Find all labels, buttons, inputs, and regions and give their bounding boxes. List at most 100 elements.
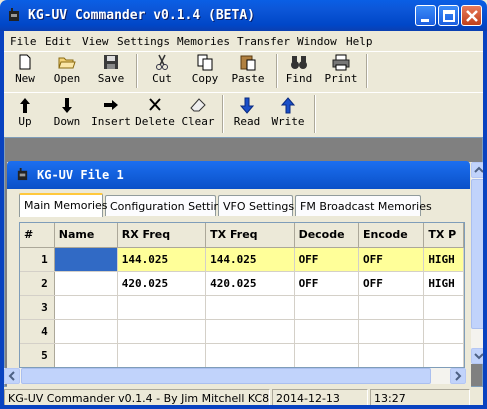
menu-view[interactable]: View <box>82 35 109 48</box>
column-header-decode[interactable]: Decode <box>294 223 359 248</box>
find-button[interactable]: Find <box>284 54 314 90</box>
arrow-down-blue-icon <box>240 97 254 114</box>
vertical-scroll-thumb[interactable] <box>471 179 487 329</box>
cell-tx-freq[interactable] <box>205 343 295 367</box>
scroll-up-button[interactable] <box>471 162 487 178</box>
cell-name[interactable] <box>54 295 118 320</box>
column-header-rx-freq[interactable]: RX Freq <box>117 223 207 248</box>
menu-file[interactable]: File <box>10 35 37 48</box>
menu-window[interactable]: Window <box>297 35 337 48</box>
paste-button[interactable]: Paste <box>230 54 266 90</box>
scroll-right-button[interactable] <box>450 368 466 384</box>
table-row[interactable]: 4 <box>20 319 464 344</box>
cell-name[interactable] <box>54 271 118 296</box>
cell-name[interactable] <box>54 319 118 344</box>
memory-grid[interactable]: # Name RX Freq TX Freq Decode Encode TX … <box>19 222 465 368</box>
cell-rx-freq[interactable] <box>117 319 207 344</box>
arrow-down-icon <box>62 98 72 113</box>
cell-tx-freq[interactable]: 420.025 <box>205 271 295 296</box>
cell-rx-freq[interactable] <box>117 343 207 367</box>
new-document-icon <box>19 54 31 70</box>
menu-memories[interactable]: Memories <box>177 35 230 48</box>
scroll-down-button[interactable] <box>471 348 487 364</box>
tab-vfo-settings[interactable]: VFO Settings <box>218 195 294 216</box>
cell-encode[interactable] <box>358 343 425 367</box>
row-number[interactable]: 5 <box>20 343 55 367</box>
open-folder-icon <box>58 57 76 69</box>
cell-decode[interactable] <box>294 319 359 344</box>
x-delete-icon <box>149 98 161 111</box>
column-header-number[interactable]: # <box>20 223 55 248</box>
cell-decode[interactable]: OFF <box>294 247 359 272</box>
cell-rx-freq[interactable]: 144.025 <box>117 247 207 272</box>
maximize-button[interactable] <box>438 5 459 26</box>
chevron-right-icon <box>455 371 462 381</box>
menu-transfer[interactable]: Transfer <box>237 35 290 48</box>
row-number[interactable]: 4 <box>20 319 55 344</box>
new-button[interactable]: New <box>10 54 40 90</box>
cell-decode[interactable] <box>294 295 359 320</box>
vertical-scrollbar[interactable] <box>471 162 487 364</box>
cell-encode[interactable] <box>358 295 425 320</box>
row-number[interactable]: 2 <box>20 271 55 296</box>
menu-help[interactable]: Help <box>346 35 373 48</box>
document-title-bar[interactable]: KG-UV File 1 <box>7 161 470 189</box>
table-row[interactable]: 2 420.025 420.025 OFF OFF HIGH <box>20 271 464 296</box>
open-button[interactable]: Open <box>50 54 84 90</box>
title-bar: KG-UV Commander v0.1.4 (BETA) <box>0 0 487 31</box>
memory-toolbar: Up Down Insert Delete Clear Read Write <box>4 92 483 136</box>
row-number[interactable]: 3 <box>20 295 55 320</box>
insert-button[interactable]: Insert <box>91 97 131 133</box>
cell-encode[interactable] <box>358 319 425 344</box>
table-row[interactable]: 5 <box>20 343 464 367</box>
maximize-icon <box>443 10 455 22</box>
up-button[interactable]: Up <box>10 97 40 133</box>
write-button[interactable]: Write <box>270 97 306 133</box>
row-number[interactable]: 1 <box>20 247 55 272</box>
cell-decode[interactable]: OFF <box>294 271 359 296</box>
cell-rx-freq[interactable] <box>117 295 207 320</box>
cell-name[interactable] <box>54 343 118 367</box>
table-row[interactable]: 1 144.025 144.025 OFF OFF HIGH <box>20 247 464 272</box>
read-button[interactable]: Read <box>231 97 263 133</box>
menu-edit[interactable]: Edit <box>45 35 72 48</box>
save-button[interactable]: Save <box>96 54 126 90</box>
cell-tx-power[interactable] <box>423 343 464 367</box>
down-button[interactable]: Down <box>50 97 84 133</box>
column-header-encode[interactable]: Encode <box>358 223 425 248</box>
print-button[interactable]: Print <box>324 54 358 90</box>
close-button[interactable] <box>461 5 482 26</box>
cell-tx-freq[interactable] <box>205 295 295 320</box>
cell-tx-power[interactable] <box>423 319 464 344</box>
table-row[interactable]: 3 <box>20 295 464 320</box>
menu-settings[interactable]: Settings <box>117 35 170 48</box>
horizontal-scrollbar[interactable] <box>4 368 466 384</box>
delete-button[interactable]: Delete <box>134 97 176 133</box>
cell-name[interactable] <box>54 247 118 272</box>
copy-button[interactable]: Copy <box>187 54 223 90</box>
clipboard-icon <box>240 55 256 71</box>
scroll-left-button[interactable] <box>4 368 20 384</box>
cell-tx-freq[interactable]: 144.025 <box>205 247 295 272</box>
chevron-up-icon <box>474 166 484 173</box>
tab-configuration-settings[interactable]: Configuration Settings <box>105 195 233 216</box>
cell-tx-freq[interactable] <box>205 319 295 344</box>
column-header-tx-freq[interactable]: TX Freq <box>205 223 295 248</box>
horizontal-scroll-thumb[interactable] <box>21 368 431 384</box>
cell-tx-power[interactable]: HIGH <box>423 271 464 296</box>
tab-fm-broadcast-memories[interactable]: FM Broadcast Memories <box>295 195 432 216</box>
clear-button[interactable]: Clear <box>179 97 217 133</box>
cell-encode[interactable]: OFF <box>358 271 425 296</box>
cut-button[interactable]: Cut <box>147 54 177 90</box>
column-header-name[interactable]: Name <box>54 223 118 248</box>
tab-main-memories[interactable]: Main Memories <box>19 193 108 217</box>
cell-tx-power[interactable] <box>423 295 464 320</box>
status-app-info: KG-UV Commander v0.1.4 - By Jim Mitchell… <box>4 389 270 406</box>
cell-tx-power[interactable]: HIGH <box>423 247 464 272</box>
cell-rx-freq[interactable]: 420.025 <box>117 271 207 296</box>
cell-decode[interactable] <box>294 343 359 367</box>
window-title: KG-UV Commander v0.1.4 (BETA) <box>28 8 255 23</box>
column-header-tx-power[interactable]: TX P <box>423 223 464 248</box>
minimize-button[interactable] <box>415 5 436 26</box>
cell-encode[interactable]: OFF <box>358 247 425 272</box>
